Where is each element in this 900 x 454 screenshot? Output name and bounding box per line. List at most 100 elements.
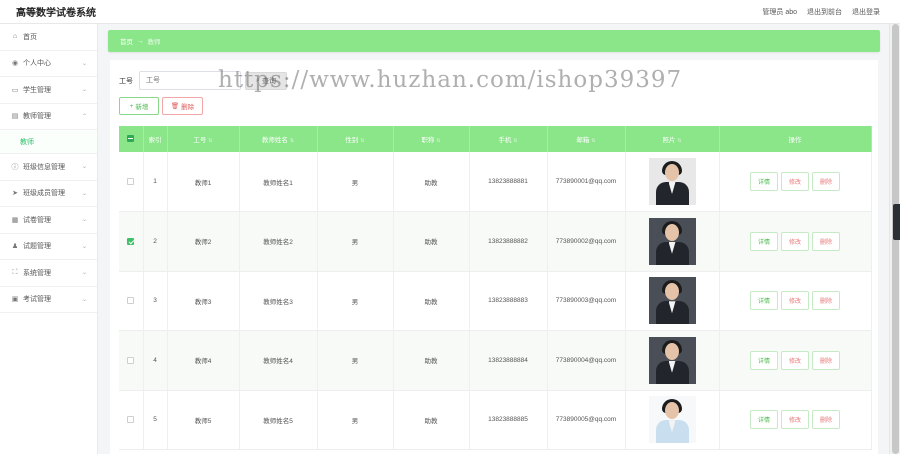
detail-button[interactable]: 详情 [750, 410, 778, 430]
cell-title: 助教 [393, 330, 470, 391]
detail-button[interactable]: 详情 [750, 172, 778, 191]
header-name[interactable]: 教师姓名 ⇅ [239, 126, 318, 152]
table-row[interactable]: 3 教师3 教师姓名3 男助教 13823888883 773890003@qq.com 详… [119, 271, 872, 331]
add-button[interactable]: + 新增 [119, 97, 159, 115]
cell-gender: 男 [317, 211, 394, 272]
sidebar-item-0[interactable]: ⌂ 首页 [0, 24, 97, 51]
row-delete-button[interactable]: 删除 [812, 172, 840, 191]
cell-actions: 详情 修改 删除 [719, 330, 872, 391]
sidebar-item-5[interactable]: ➤ 班级成员管理 ⌄ [0, 181, 97, 207]
row-checkbox[interactable] [127, 177, 135, 185]
search-input[interactable] [139, 71, 241, 90]
row-delete-button[interactable]: 删除 [812, 291, 840, 311]
chevron-down-icon: ⌄ [81, 87, 87, 94]
detail-button[interactable]: 详情 [750, 231, 778, 251]
select-all-header[interactable] [119, 126, 144, 152]
row-checkbox[interactable] [127, 416, 135, 424]
table-row[interactable]: 2 教师2 教师姓名2 男助教 13823888882 773890002@qq.com 详… [119, 211, 872, 272]
teacher-table: 索引 工号 ⇅ 教师姓名 ⇅ 性别 ⇅ 职称 ⇅ 手机 ⇅ 邮箱 ⇅ 照片 ⇅ 操作 1 教师1… [119, 126, 872, 450]
admin-user-link[interactable]: 管理员 abo [762, 7, 797, 17]
sidebar-item-label: 教师管理 [23, 113, 51, 121]
cell-name: 教师姓名1 [239, 152, 318, 212]
row-select-cell[interactable] [119, 271, 144, 331]
header-index: 索引 [143, 126, 168, 152]
detail-button[interactable]: 详情 [750, 291, 778, 311]
cell-gender: 男 [317, 390, 394, 450]
teacher-photo [648, 336, 696, 384]
sidebar-item-7[interactable]: ♟ 试题管理 ⌄ [0, 234, 97, 260]
row-checkbox[interactable] [127, 237, 135, 245]
header-title[interactable]: 职称 ⇅ [393, 126, 470, 152]
cell-phone: 13823888885 [469, 390, 548, 450]
table-row[interactable]: 1 教师1 教师姓名1 男助教 13823888881 773890001@qq.com 详… [119, 152, 872, 212]
cell-id: 教师1 [167, 152, 240, 212]
search-button[interactable]: ⌕ 查询 [245, 71, 287, 90]
row-checkbox[interactable] [127, 297, 135, 305]
edit-button[interactable]: 修改 [781, 172, 809, 191]
breadcrumb-home[interactable]: 首页 [120, 36, 133, 46]
sidebar-item-6[interactable]: ▦ 试卷管理 ⌄ [0, 207, 97, 234]
trash-icon: 🗑 [170, 103, 180, 110]
edit-button[interactable]: 修改 [781, 291, 809, 311]
sidebar-subitem-teacher[interactable]: 教师 [0, 130, 97, 154]
row-delete-button[interactable]: 删除 [812, 350, 840, 370]
row-delete-button[interactable]: 删除 [812, 410, 840, 430]
header-id[interactable]: 工号 ⇅ [167, 126, 240, 152]
cell-id: 教师5 [167, 390, 240, 450]
header-gender[interactable]: 性别 ⇅ [317, 126, 394, 152]
header-email[interactable]: 邮箱 ⇅ [547, 126, 626, 152]
chevron-down-icon: ⌄ [81, 60, 87, 67]
sidebar-item-label: 首页 [23, 33, 37, 41]
sidebar-item-3[interactable]: ▤ 教师管理 ⌃ [0, 104, 97, 130]
cell-gender: 男 [317, 152, 394, 212]
header-photo[interactable]: 照片 ⇅ [625, 126, 720, 152]
table-header-row: 索引 工号 ⇅ 教师姓名 ⇅ 性别 ⇅ 职称 ⇅ 手机 ⇅ 邮箱 ⇅ 照片 ⇅ 操作 [119, 126, 872, 152]
sidebar-item-label: 个人中心 [23, 60, 51, 68]
user-icon: ◉ [11, 60, 19, 68]
cell-email: 773890002@qq.com [547, 211, 626, 272]
cell-phone: 13823888882 [469, 211, 548, 272]
edit-button[interactable]: 修改 [781, 231, 809, 251]
detail-button[interactable]: 详情 [750, 350, 778, 370]
chevron-down-icon: ⌄ [81, 190, 87, 197]
plus-icon: + [129, 102, 134, 110]
sidebar-item-label: 班级成员管理 [23, 190, 65, 198]
edit-button[interactable]: 修改 [781, 410, 809, 430]
delete-button[interactable]: 🗑 删除 [162, 97, 203, 115]
row-select-cell[interactable] [119, 211, 144, 272]
document-icon: ▤ [11, 113, 19, 121]
cell-index: 4 [143, 330, 168, 391]
side-panel-tab[interactable] [893, 204, 900, 240]
id-card-icon: ▭ [11, 86, 19, 94]
edit-button[interactable]: 修改 [781, 350, 809, 370]
chevron-up-icon: ⌃ [81, 113, 87, 120]
cell-title: 助教 [393, 390, 470, 450]
cell-name: 教师姓名2 [239, 211, 318, 272]
sidebar-item-label: 考试管理 [23, 296, 51, 304]
breadcrumb: 首页 → 教师 [108, 30, 880, 52]
sidebar-item-1[interactable]: ◉ 个人中心 ⌄ [0, 51, 97, 77]
person-icon: ♟ [11, 243, 19, 251]
back-to-front-link[interactable]: 退出到前台 [807, 7, 842, 17]
table-row[interactable]: 4 教师4 教师姓名4 男助教 13823888884 773890004@qq.com 详… [119, 330, 872, 391]
chevron-down-icon: ⌄ [81, 217, 87, 224]
header-phone[interactable]: 手机 ⇅ [469, 126, 548, 152]
cell-gender: 男 [317, 271, 394, 331]
cell-actions: 详情 修改 删除 [719, 152, 872, 212]
sidebar-item-9[interactable]: ▣ 考试管理 ⌄ [0, 287, 97, 313]
sidebar-item-8[interactable]: ⛶ 系统管理 ⌄ [0, 260, 97, 287]
row-select-cell[interactable] [119, 152, 144, 212]
row-delete-button[interactable]: 删除 [812, 231, 840, 251]
select-all-checkbox[interactable] [127, 134, 135, 142]
cell-actions: 详情 修改 删除 [719, 390, 872, 450]
sidebar-item-4[interactable]: ⓘ 班级信息管理 ⌄ [0, 154, 97, 181]
sidebar-item-2[interactable]: ▭ 学生管理 ⌄ [0, 77, 97, 104]
table-row[interactable]: 5 教师5 教师姓名5 男助教 13823888885 773890005@qq.com 详… [119, 390, 872, 450]
logout-link[interactable]: 退出登录 [852, 7, 880, 17]
row-select-cell[interactable] [119, 390, 144, 450]
cell-phone: 13823888884 [469, 330, 548, 391]
row-select-cell[interactable] [119, 330, 144, 391]
row-checkbox[interactable] [127, 356, 135, 364]
teacher-photo [648, 158, 696, 205]
cell-index: 1 [143, 152, 168, 212]
